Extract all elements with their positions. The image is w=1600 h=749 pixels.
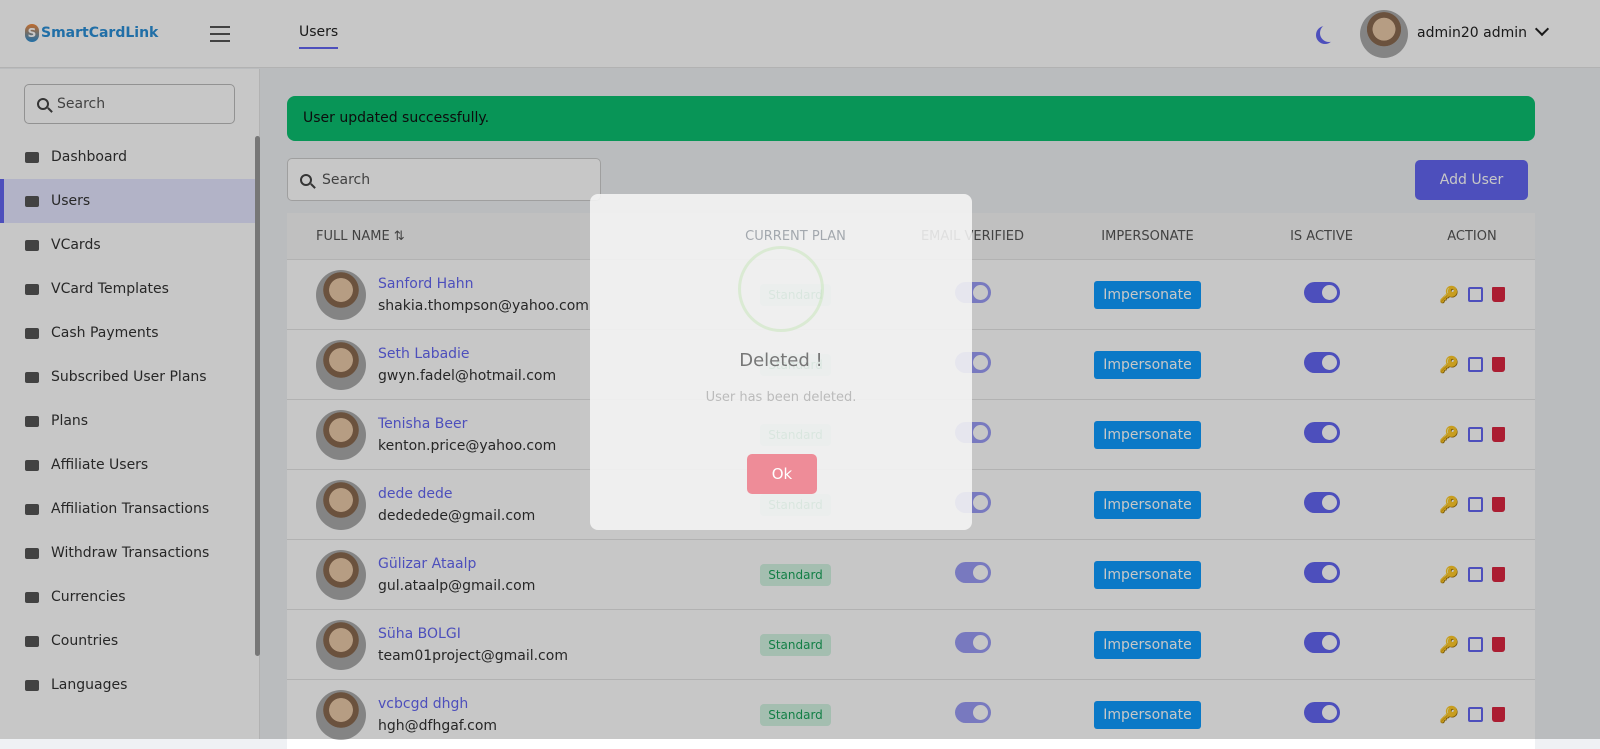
deleted-dialog: Deleted ! User has been deleted. Ok [590,194,972,530]
col-current-plan: CURRENT PLAN [745,228,846,244]
dialog-text: User has been deleted. [705,390,857,405]
ok-button[interactable]: Ok [747,454,817,494]
dialog-title: Deleted ! [739,350,823,371]
success-icon [738,246,824,332]
